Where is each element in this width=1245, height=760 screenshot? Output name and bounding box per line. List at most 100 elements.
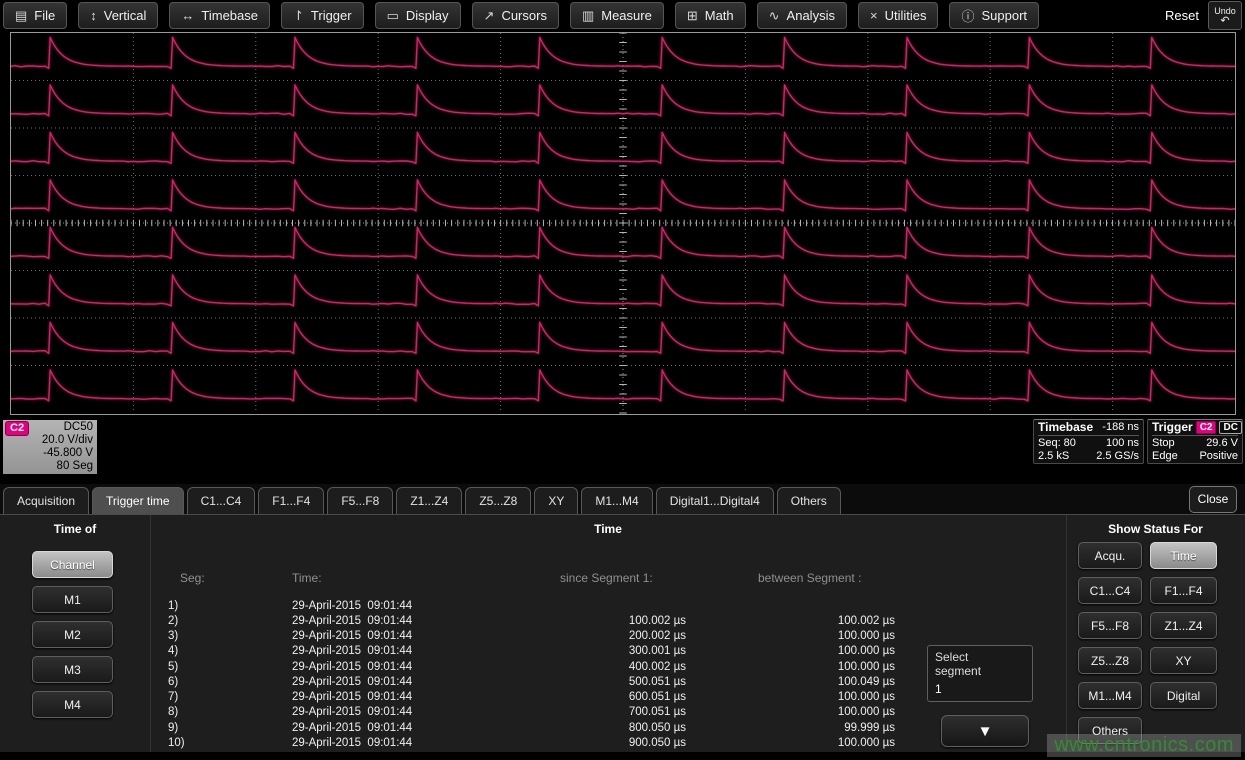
status-m1-m4-button[interactable]: M1...M4 — [1078, 682, 1142, 709]
timebase-samples: 2.5 kS — [1038, 450, 1069, 463]
cell-between: 100.000 µs — [695, 630, 895, 642]
channel-offset: -45.800 V — [7, 447, 93, 460]
chevron-down-icon: ▼ — [978, 723, 993, 740]
tab-acquisition[interactable]: Acquisition — [3, 487, 89, 514]
file-icon: ▤ — [15, 8, 27, 24]
channel-c2-descriptor[interactable]: C2 DC50 20.0 V/div -45.800 V 80 Seg — [3, 420, 97, 474]
col-header-time: Time: — [292, 571, 322, 585]
status-digital-button[interactable]: Digital — [1150, 682, 1217, 709]
tab-c1-c4[interactable]: C1...C4 — [187, 487, 256, 514]
cell-between: 100.049 µs — [695, 676, 895, 688]
cell-between: 100.000 µs — [695, 661, 895, 673]
time-of-m1-button[interactable]: M1 — [32, 586, 113, 613]
status-c1-c4-button[interactable]: C1...C4 — [1078, 577, 1142, 604]
trigger-icon: ↾ — [293, 8, 304, 24]
menu-math-button[interactable]: ⊞Math — [675, 2, 746, 29]
menu-timebase-button[interactable]: ↔Timebase — [169, 2, 270, 29]
close-button[interactable]: Close — [1189, 486, 1237, 513]
tab-z1-z4[interactable]: Z1...Z4 — [396, 487, 462, 514]
menu-utilities-button[interactable]: ×Utilities — [858, 2, 939, 29]
trigger-coupling-badge: DC — [1219, 421, 1241, 434]
status-xy-button[interactable]: XY — [1150, 647, 1217, 674]
trigger-mode: Stop — [1152, 437, 1175, 450]
status-acqu--button[interactable]: Acqu. — [1078, 542, 1142, 569]
tab-m1-m4[interactable]: M1...M4 — [581, 487, 652, 514]
oscilloscope-screen: ▤File ↕Vertical ↔Timebase ↾Trigger ▭Display ↗… — [0, 0, 1245, 760]
tab-digital1-digital4[interactable]: Digital1...Digital4 — [656, 487, 774, 514]
watermark: www.cntronics.com — [1047, 734, 1241, 757]
cell-seg: 10) — [168, 737, 185, 749]
sequence-waveform-display — [11, 33, 1235, 414]
table-row: 10)29-April-2015 09:01:44900.050 µs100.0… — [150, 737, 1066, 752]
menu-analysis-button[interactable]: ∿Analysis — [757, 2, 847, 29]
menu-support-button[interactable]: ⓘSupport — [949, 2, 1039, 29]
cell-since: 600.051 µs — [486, 691, 686, 703]
cell-seg: 9) — [168, 722, 178, 734]
trigger-time-panel: Time of ChannelM1M2M3M4 Time Seg: Time: … — [0, 514, 1245, 760]
cell-since: 400.002 µs — [486, 661, 686, 673]
cell-seg: 6) — [168, 676, 178, 688]
tab-others[interactable]: Others — [777, 487, 841, 514]
menu-vertical-button[interactable]: ↕Vertical — [78, 2, 158, 29]
col-header-between: between Segment : — [758, 571, 861, 585]
status-z1-z4-button[interactable]: Z1...Z4 — [1150, 612, 1217, 639]
trigger-badges: C2DC — [1193, 421, 1242, 434]
tab-trigger-time[interactable]: Trigger time — [92, 487, 184, 514]
cell-time: 29-April-2015 09:01:44 — [292, 676, 412, 688]
time-of-m2-button[interactable]: M2 — [32, 621, 113, 648]
menu-display-label: Display — [406, 8, 449, 23]
cell-seg: 2) — [168, 615, 178, 627]
cell-between: 100.000 µs — [695, 645, 895, 657]
table-row: 9)29-April-2015 09:01:44800.050 µs99.999… — [150, 722, 1066, 737]
col-header-seg: Seg: — [180, 571, 205, 585]
time-of-m3-button[interactable]: M3 — [32, 656, 113, 683]
cell-since: 800.050 µs — [486, 722, 686, 734]
tab-f5-f8[interactable]: F5...F8 — [327, 487, 393, 514]
select-segment-label: Select segment — [935, 650, 997, 678]
status-f5-f8-button[interactable]: F5...F8 — [1078, 612, 1142, 639]
menu-cursors-button[interactable]: ↗Cursors — [472, 2, 559, 29]
table-row: 8)29-April-2015 09:01:44700.051 µs100.00… — [150, 706, 1066, 721]
select-segment-value: 1 — [935, 682, 1025, 696]
time-of-channel-button[interactable]: Channel — [32, 551, 113, 578]
status-tab-bar: AcquisitionTrigger timeC1...C4F1...F4F5.… — [0, 484, 1245, 514]
trigger-descriptor[interactable]: Trigger C2DC Stop 29.6 V Edge Positive — [1147, 419, 1243, 464]
tab-xy[interactable]: XY — [534, 487, 578, 514]
time-of-m4-button[interactable]: M4 — [32, 691, 113, 718]
time-table-title: Time — [150, 522, 1066, 536]
menu-vertical-label: Vertical — [104, 8, 147, 23]
table-row: 1)29-April-2015 09:01:44 — [150, 600, 1066, 615]
cell-seg: 8) — [168, 706, 178, 718]
trigger-source-badge: C2 — [1196, 421, 1217, 434]
trigger-slope: Positive — [1199, 450, 1238, 463]
tab-z5-z8[interactable]: Z5...Z8 — [465, 487, 531, 514]
reset-button[interactable]: Reset — [1165, 8, 1199, 23]
show-status-section: Show Status For Acqu.TimeC1...C4F1...F4F… — [1066, 515, 1245, 760]
table-row: 2)29-April-2015 09:01:44100.002 µs100.00… — [150, 615, 1066, 630]
menu-timebase-label: Timebase — [201, 8, 258, 23]
trigger-type: Edge — [1152, 450, 1178, 463]
utilities-icon: × — [870, 8, 878, 23]
menu-trigger-button[interactable]: ↾Trigger — [281, 2, 364, 29]
menu-support-label: Support — [981, 8, 1027, 23]
status-z5-z8-button[interactable]: Z5...Z8 — [1078, 647, 1142, 674]
cell-time: 29-April-2015 09:01:44 — [292, 661, 412, 673]
cell-seg: 5) — [168, 661, 178, 673]
menu-display-button[interactable]: ▭Display — [375, 2, 461, 29]
tab-f1-f4[interactable]: F1...F4 — [258, 487, 324, 514]
cell-between: 100.002 µs — [695, 615, 895, 627]
cell-since: 700.051 µs — [486, 706, 686, 718]
status-f1-f4-button[interactable]: F1...F4 — [1150, 577, 1217, 604]
timebase-seq: Seq: 80 — [1038, 437, 1076, 450]
cell-since: 100.002 µs — [486, 615, 686, 627]
undo-button[interactable]: Undo ↶ — [1208, 1, 1242, 30]
timebase-descriptor[interactable]: Timebase -188 ns Seq: 80 100 ns 2.5 kS 2… — [1033, 419, 1144, 464]
segment-down-button[interactable]: ▼ — [941, 715, 1029, 747]
select-segment-box[interactable]: Select segment 1 — [927, 645, 1033, 702]
waveform-grid[interactable] — [10, 32, 1236, 415]
menu-measure-button[interactable]: ▥Measure — [570, 2, 664, 29]
status-time-button[interactable]: Time — [1150, 542, 1217, 569]
menu-file-button[interactable]: ▤File — [3, 2, 67, 29]
trigger-level: 29.6 V — [1206, 437, 1238, 450]
menu-right-group: Reset Undo ↶ — [1165, 0, 1242, 31]
